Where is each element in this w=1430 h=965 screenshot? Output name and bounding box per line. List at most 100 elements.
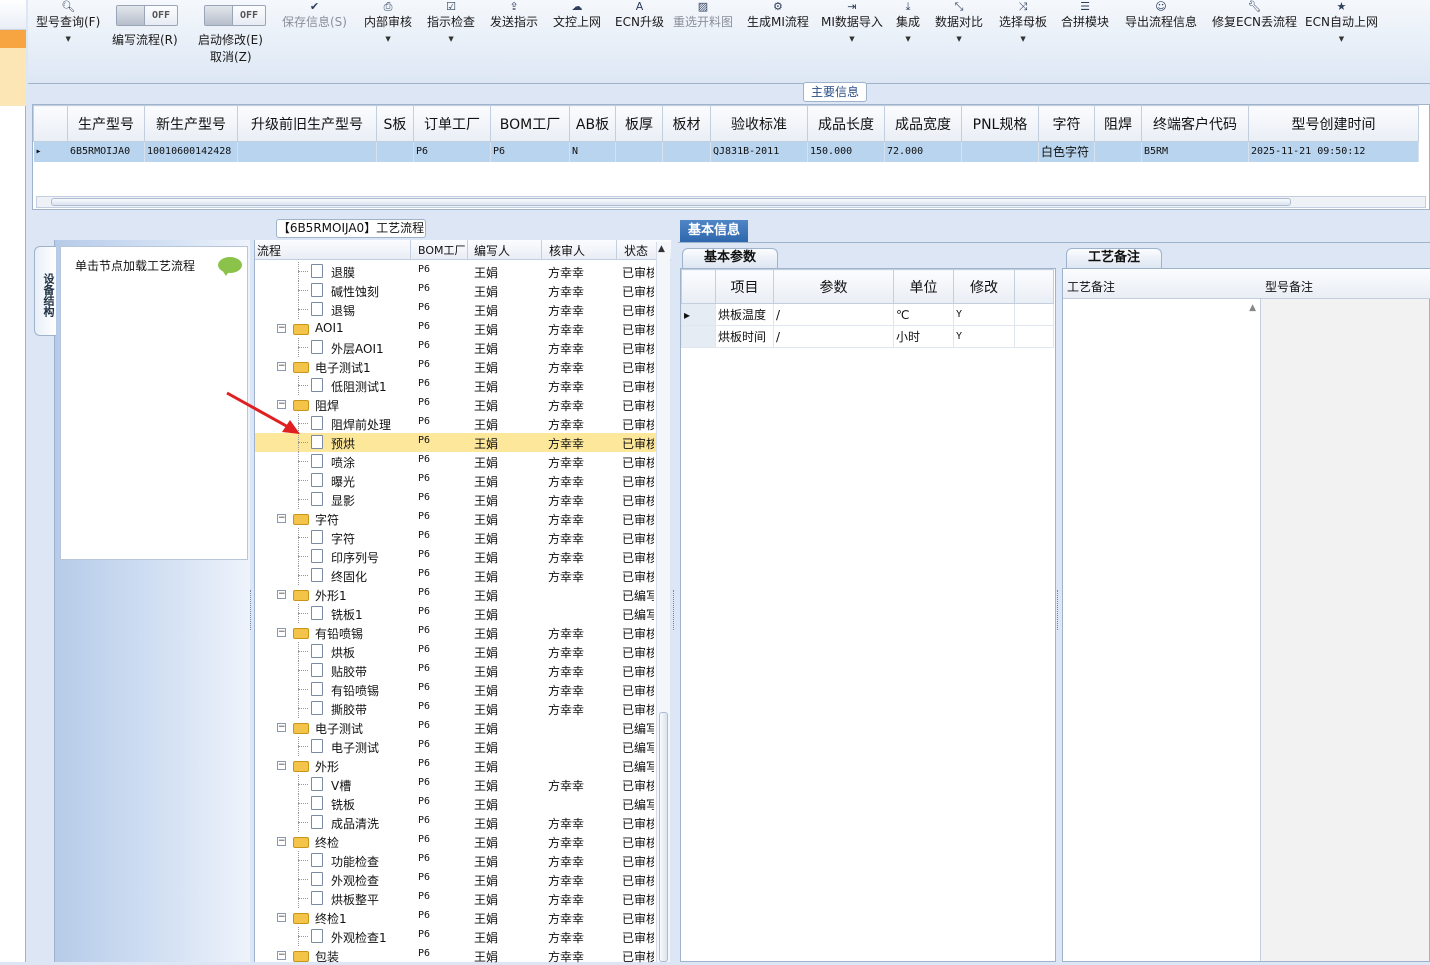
panel-splitter[interactable]: [32, 210, 1430, 220]
ecn-upgrade-button[interactable]: A ECN升级: [615, 0, 664, 30]
tree-node[interactable]: 烘板 P6 王娟 方幸幸 已审核: [255, 642, 657, 661]
tree-node[interactable]: − 终检1 P6 王娟 方幸幸 已审核: [255, 908, 657, 927]
main-col-12[interactable]: PNL规格: [961, 105, 1039, 142]
tree-node[interactable]: − 有铅喷锡 P6 王娟 方幸幸 已审核: [255, 623, 657, 642]
scrollbar-thumb[interactable]: [51, 198, 1291, 206]
main-col-1[interactable]: 新生产型号: [144, 105, 238, 142]
auto-modify-toggle[interactable]: OFF: [204, 5, 266, 26]
tree-scrollbar[interactable]: ▲: [656, 242, 670, 962]
tree-node[interactable]: 外观检查 P6 王娟 方幸幸 已审核: [255, 870, 657, 889]
main-cell[interactable]: [961, 141, 1039, 162]
main-cell[interactable]: 10010600142428: [144, 141, 238, 162]
splitter-grip[interactable]: [1057, 590, 1060, 630]
params-col-value[interactable]: 参数: [773, 269, 894, 304]
main-cell[interactable]: QJ831B-2011: [710, 141, 808, 162]
save-info-button[interactable]: ✔ 保存信息(S): [282, 0, 347, 30]
tree-node[interactable]: − 阻焊 P6 王娟 方幸幸 已审核: [255, 395, 657, 414]
tree-col-status[interactable]: 状态: [624, 242, 648, 259]
tree-node[interactable]: 阻焊前处理 P6 王娟 方幸幸 已审核: [255, 414, 657, 433]
tree-node[interactable]: 功能检查 P6 王娟 方幸幸 已审核: [255, 851, 657, 870]
doc-upload-button[interactable]: ☁ 文控上网: [553, 0, 601, 30]
tree-col-bom[interactable]: BOM工厂: [418, 242, 466, 258]
main-col-14[interactable]: 阻焊: [1094, 105, 1142, 142]
main-col-0[interactable]: 生产型号: [67, 105, 145, 142]
side-tab-device-structure[interactable]: 设备结构: [34, 246, 56, 336]
scrollbar-thumb[interactable]: [659, 712, 668, 962]
tree-col-flow[interactable]: 流程: [257, 242, 281, 259]
instruction-check-button[interactable]: ☑ 指示检查 ▼: [427, 0, 475, 43]
main-col-10[interactable]: 成品长度: [807, 105, 885, 142]
tree-node[interactable]: 有铅喷锡 P6 王娟 方幸幸 已审核: [255, 680, 657, 699]
edit-flow-button[interactable]: 编写流程(R): [112, 32, 178, 48]
main-col-15[interactable]: 终端客户代码: [1141, 105, 1249, 142]
tab-basic-info[interactable]: 基本信息: [680, 220, 748, 242]
main-cell[interactable]: P6: [413, 141, 491, 162]
edit-flow-toggle[interactable]: OFF: [116, 5, 178, 26]
auto-modify-button[interactable]: 启动修改(E): [198, 32, 263, 48]
main-cell[interactable]: 2025-11-21 09:50:12: [1248, 141, 1419, 162]
tree-col-reviewer[interactable]: 核审人: [549, 242, 585, 259]
collapse-icon[interactable]: −: [277, 514, 286, 523]
tree-node[interactable]: 印序列号 P6 王娟 方幸幸 已审核: [255, 547, 657, 566]
select-mother-button[interactable]: ⤨ 选择母板 ▼: [999, 0, 1047, 43]
tree-node[interactable]: 显影 P6 王娟 方幸幸 已审核: [255, 490, 657, 509]
main-cell[interactable]: N: [569, 141, 616, 162]
tree-node[interactable]: 电子测试 P6 王娟 已编写: [255, 737, 657, 756]
splitter-grip[interactable]: [250, 590, 253, 630]
process-notes-field[interactable]: ▲: [1063, 299, 1261, 961]
send-instruction-button[interactable]: ⇪ 发送指示: [490, 0, 538, 30]
main-cell[interactable]: 72.000: [884, 141, 962, 162]
main-col-8[interactable]: 板材: [662, 105, 711, 142]
tree-node[interactable]: 终固化 P6 王娟 方幸幸 已审核: [255, 566, 657, 585]
collapse-icon[interactable]: −: [277, 761, 286, 770]
table-row[interactable]: ▸ 烘板温度 / ℃ Y: [681, 303, 1054, 326]
tree-node[interactable]: 外层AOI1 P6 王娟 方幸幸 已审核: [255, 338, 657, 357]
main-cell[interactable]: [662, 141, 711, 162]
collapse-icon[interactable]: −: [277, 951, 286, 960]
tree-node[interactable]: 撕胶带 P6 王娟 方幸幸 已审核: [255, 699, 657, 718]
params-col-unit[interactable]: 单位: [893, 269, 954, 304]
main-cell[interactable]: [1094, 141, 1142, 162]
tree-node[interactable]: 曝光 P6 王娟 方幸幸 已审核: [255, 471, 657, 490]
tree-node[interactable]: 铣板 P6 王娟 已编写: [255, 794, 657, 813]
data-compare-button[interactable]: ⤡ 数据对比 ▼: [935, 0, 983, 43]
main-col-13[interactable]: 字符: [1038, 105, 1095, 142]
main-cell[interactable]: 150.000: [807, 141, 885, 162]
tree-node[interactable]: − 包装 P6 王娟 方幸幸 已审核: [255, 946, 657, 965]
collapse-icon[interactable]: −: [277, 628, 286, 637]
tab-basic-params[interactable]: 基本参数: [682, 248, 778, 268]
scroll-up-icon[interactable]: ▲: [1249, 303, 1256, 313]
cancel-button[interactable]: 取消(Z): [210, 49, 252, 65]
tree-node[interactable]: − 外形1 P6 王娟 已编写: [255, 585, 657, 604]
main-col-16[interactable]: 型号创建时间: [1248, 105, 1419, 142]
tree-node[interactable]: − 外形 P6 王娟 已编写: [255, 756, 657, 775]
tree-node[interactable]: V槽 P6 王娟 方幸幸 已审核: [255, 775, 657, 794]
tree-node[interactable]: 预烘 P6 王娟 方幸幸 已审核: [255, 433, 657, 452]
left-strip-item[interactable]: [0, 48, 26, 106]
scroll-up-icon[interactable]: ▲: [658, 244, 665, 254]
notes-col-process[interactable]: 工艺备注: [1067, 278, 1115, 295]
params-col-item[interactable]: 项目: [715, 269, 774, 304]
main-cell[interactable]: 白色字符: [1038, 141, 1095, 162]
main-col-3[interactable]: S板: [376, 105, 414, 142]
tree-node[interactable]: − 终检 P6 王娟 方幸幸 已审核: [255, 832, 657, 851]
splitter-grip[interactable]: [673, 590, 676, 630]
integrate-button[interactable]: ⤓ 集成 ▼: [896, 0, 920, 43]
collapse-icon[interactable]: −: [277, 324, 286, 333]
export-flow-button[interactable]: ☺ 导出流程信息: [1125, 0, 1197, 30]
combine-module-button[interactable]: ☰ 合拼模块: [1061, 0, 1109, 30]
table-row[interactable]: 烘板时间 / 小时 Y: [681, 325, 1054, 348]
tree-node[interactable]: 字符 P6 王娟 方幸幸 已审核: [255, 528, 657, 547]
tree-node[interactable]: 退锡 P6 王娟 方幸幸 已审核: [255, 300, 657, 319]
main-cell[interactable]: 6B5RMOIJA0: [67, 141, 145, 162]
tree-node[interactable]: 退膜 P6 王娟 方幸幸 已审核: [255, 262, 657, 281]
horizontal-scrollbar[interactable]: [36, 196, 1426, 208]
main-col-5[interactable]: BOM工厂: [490, 105, 570, 142]
main-cell[interactable]: B5RM: [1141, 141, 1249, 162]
repair-ecn-button[interactable]: 🔧︎ 修复ECN丢流程: [1212, 0, 1297, 30]
collapse-icon[interactable]: −: [277, 362, 286, 371]
main-col-4[interactable]: 订单工厂: [413, 105, 491, 142]
tree-node[interactable]: 成品清洗 P6 王娟 方幸幸 已审核: [255, 813, 657, 832]
reselect-cut-button[interactable]: ▨ 重选开料图: [673, 0, 733, 30]
internal-review-button[interactable]: ⎙ 内部审核 ▼: [364, 0, 412, 43]
